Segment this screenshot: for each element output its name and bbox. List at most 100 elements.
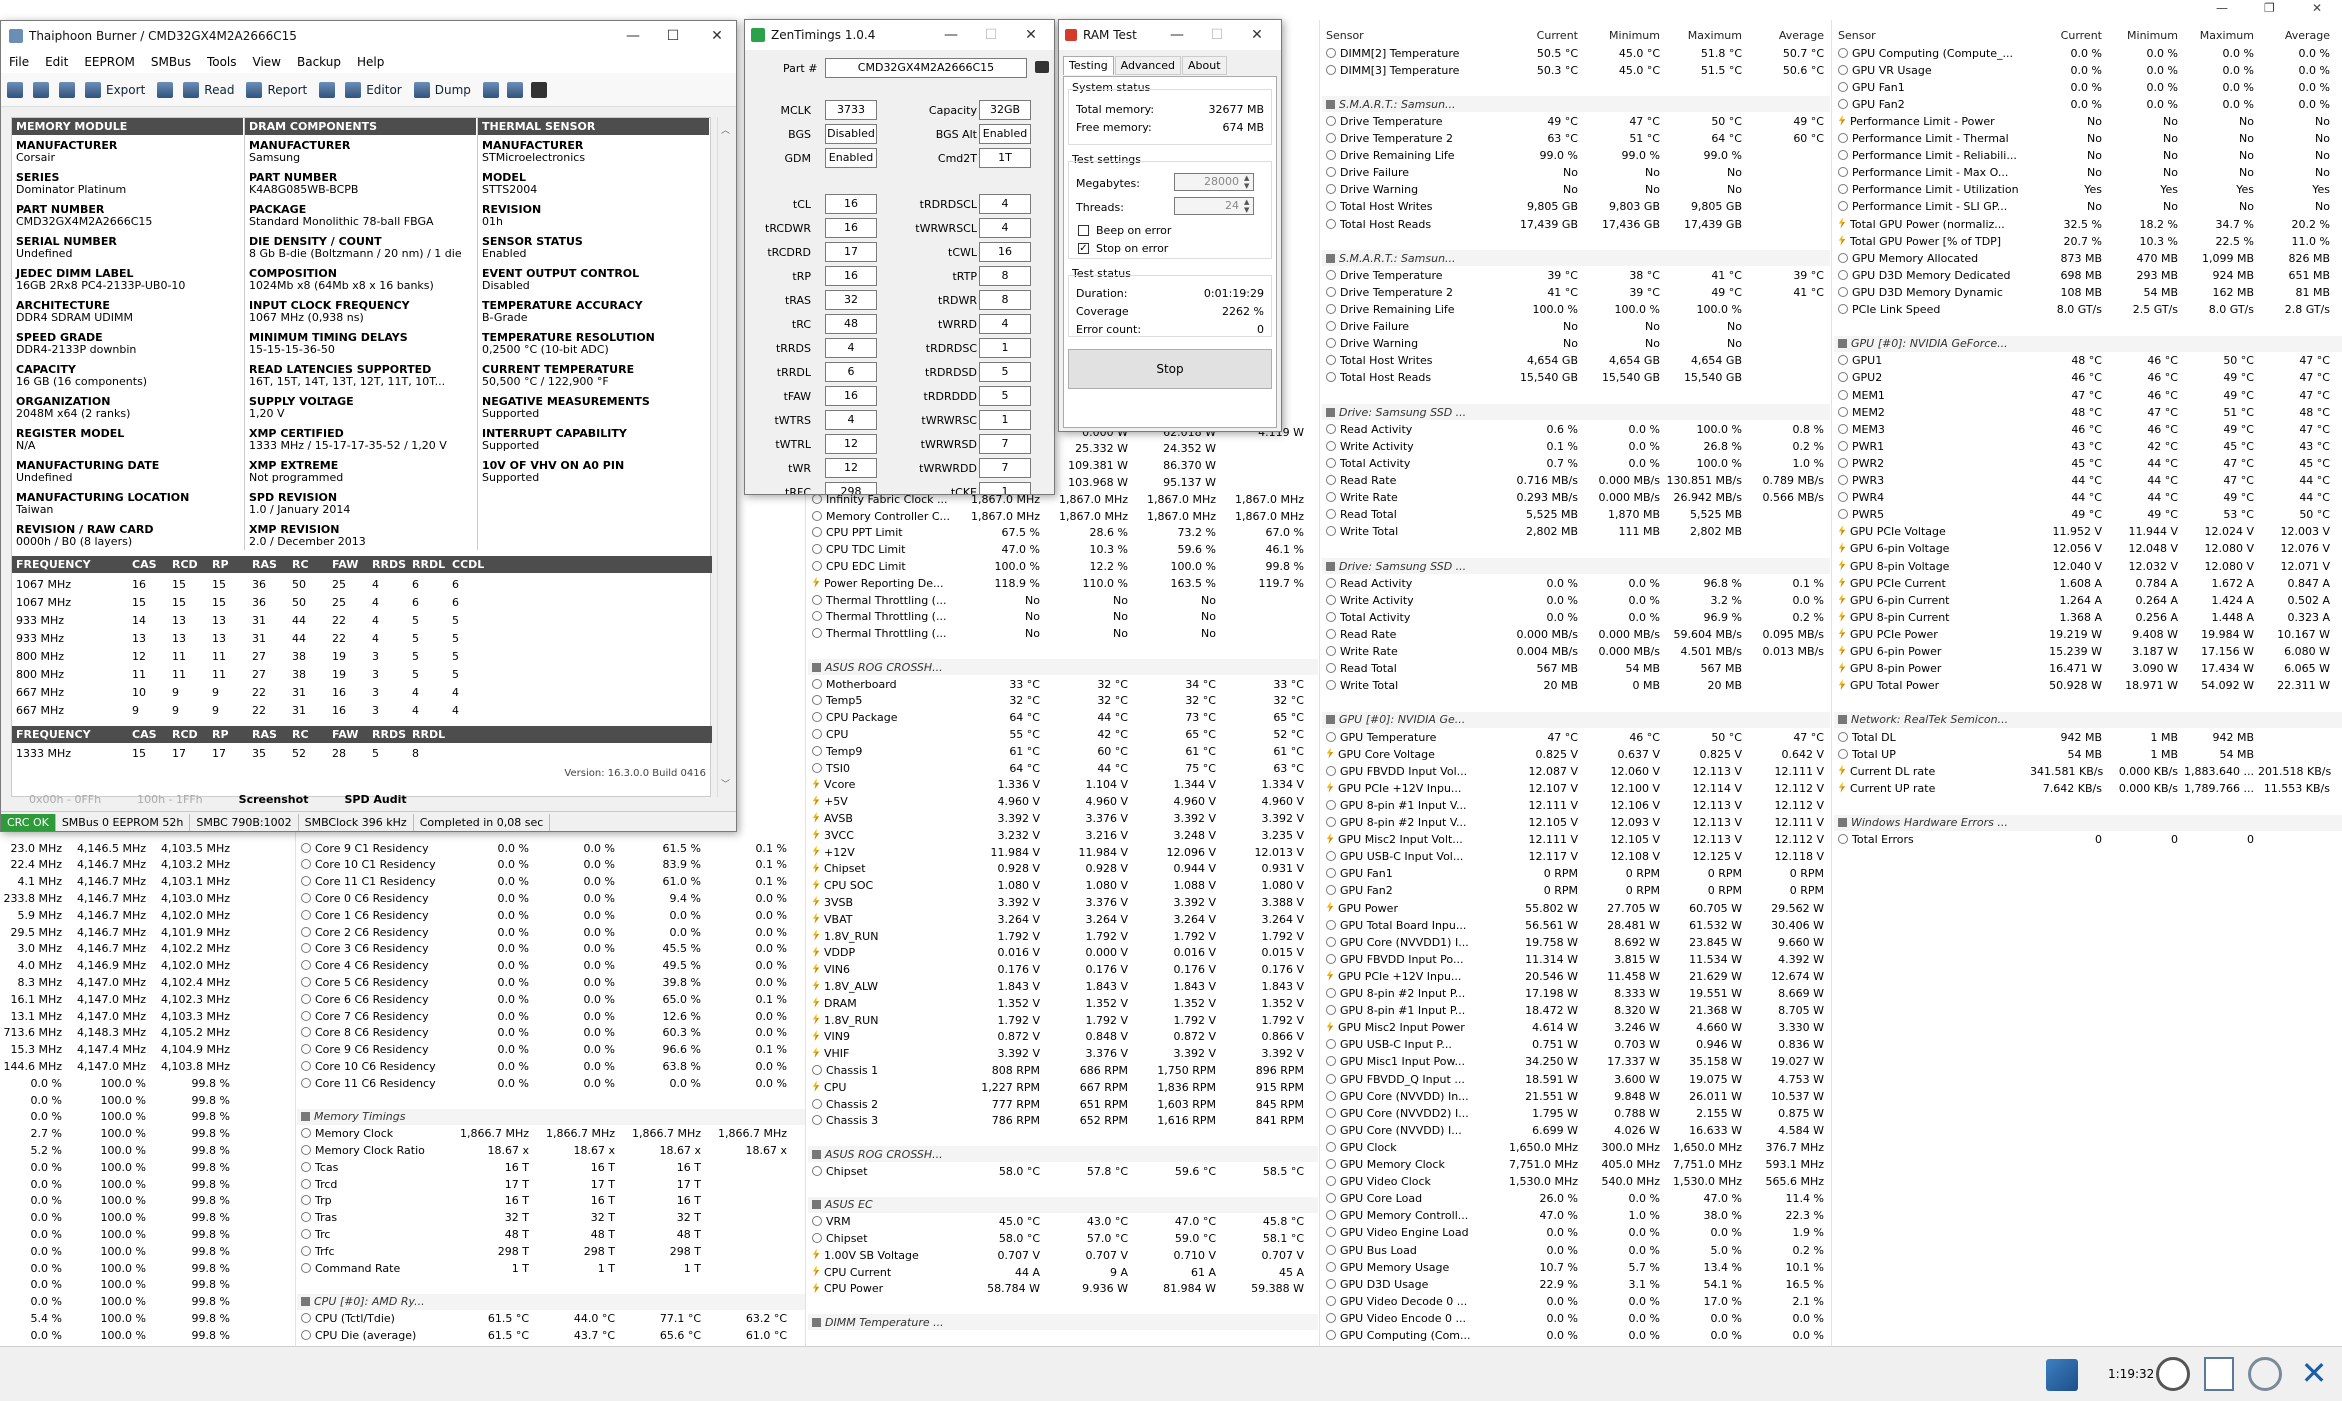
sensor-row[interactable]: GPU Memory Controll... 47.0 % 1.0 % 38.0 % 2… <box>1322 1208 1830 1224</box>
sensor-row[interactable]: CPU PPT Limit 67.5 % 28.6 % 73.2 % 67.0 % <box>808 525 1318 541</box>
sensor-row[interactable]: GPU Fan1 0.0 % 0.0 % 0.0 % 0.0 % <box>1834 79 2342 95</box>
sensor-row[interactable]: GPU 8-pin Current 1.368 A 0.256 A 1.448 A 0.… <box>1834 609 2342 625</box>
sensor-row[interactable]: VIN9 0.872 V 0.848 V 0.872 V 0.866 V <box>808 1029 1318 1045</box>
sensor-row[interactable]: 16.1 MHz 4,147.0 MHz 4,102.3 MHz <box>0 991 295 1007</box>
sensor-row[interactable]: 22.4 MHz 4,146.7 MHz 4,103.2 MHz <box>0 857 295 873</box>
sensor-row[interactable]: 0.0 % 100.0 % 99.8 % <box>0 1327 295 1343</box>
sensor-row[interactable]: 144.6 MHz 4,147.0 MHz 4,103.8 MHz <box>0 1058 295 1074</box>
sensor-row[interactable]: Total GPU Power (normaliz... 32.5 % 18.2 %… <box>1834 216 2342 232</box>
sensor-row[interactable]: VHIF 3.392 V 3.376 V 3.392 V 3.392 V <box>808 1046 1318 1062</box>
header-average[interactable]: Average <box>1746 29 1828 42</box>
sensor-row[interactable]: Write Rate 0.293 MB/s 0.000 MB/s 26.942 MB/… <box>1322 490 1830 506</box>
header-sensor[interactable]: Sensor <box>1322 29 1500 42</box>
sensor-row[interactable]: 0.0 % 100.0 % 99.8 % <box>0 1260 295 1276</box>
sensor-row[interactable]: 3VCC 3.232 V 3.216 V 3.248 V 3.235 V <box>808 827 1318 843</box>
sensor-row[interactable]: 0.0 % 100.0 % 99.8 % <box>0 1193 295 1209</box>
sensor-row[interactable]: GPU Fan1 0 RPM 0 RPM 0 RPM 0 RPM <box>1322 866 1830 882</box>
sensor-group-header[interactable]: ASUS ROG CROSSH... <box>808 659 1318 676</box>
header-minimum[interactable]: Minimum <box>1582 29 1664 42</box>
wrench-icon[interactable] <box>7 81 23 98</box>
sensor-row[interactable]: Drive Failure No No No <box>1322 165 1830 181</box>
sensor-row[interactable]: Thermal Throttling (... No No No <box>808 592 1318 608</box>
sensor-row[interactable]: Core 6 C6 Residency 0.0 % 0.0 % 65.0 % 0.1 % <box>297 991 805 1007</box>
sensor-row[interactable]: Write Total 20 MB 0 MB 20 MB <box>1322 678 1830 694</box>
sensor-row[interactable]: 4.0 MHz 4,146.9 MHz 4,102.0 MHz <box>0 958 295 974</box>
settings-icon[interactable] <box>2248 1357 2282 1391</box>
sensor-row[interactable]: Core 2 C6 Residency 0.0 % 0.0 % 0.0 % 0.0 % <box>297 924 805 940</box>
sensor-row[interactable]: TSI0 64 °C 44 °C 75 °C 63 °C <box>808 760 1318 776</box>
sensor-row[interactable]: Temp9 61 °C 60 °C 61 °C 61 °C <box>808 743 1318 759</box>
sensor-row[interactable]: Read Activity 0.6 % 0.0 % 100.0 % 0.8 % <box>1322 421 1830 437</box>
sensor-row[interactable]: Total Activity 0.7 % 0.0 % 100.0 % 1.0 % <box>1322 455 1830 471</box>
sensor-row[interactable]: Trp 16 T 16 T 16 T <box>297 1193 805 1209</box>
minimize-icon[interactable]: — <box>613 21 653 51</box>
tab-about[interactable]: About <box>1182 56 1227 75</box>
sensor-row[interactable]: CPU Current 44 A9 A 61 A 45 A <box>808 1264 1318 1280</box>
sensor-group-header[interactable]: Drive: Samsung SSD ... <box>1322 558 1830 574</box>
thaiphoon-titlebar[interactable]: Thaiphoon Burner / CMD32GX4M2A2666C15 — … <box>1 21 736 51</box>
sensor-row[interactable]: Drive Failure No No No <box>1322 319 1830 335</box>
sensor-row[interactable]: GPU VR Usage 0.0 % 0.0 % 0.0 % 0.0 % <box>1834 62 2342 78</box>
menu-item-eeprom[interactable]: EEPROM <box>76 55 143 69</box>
sensor-row[interactable]: GPU FBVDD Input Po... 11.314 W 3.815 W 11.5… <box>1322 951 1830 967</box>
sensor-row[interactable]: Chipset 58.0 °C 57.8 °C 59.6 °C 58.5 °C <box>808 1163 1318 1179</box>
sensor-row[interactable]: Tcas 16 T 16 T 16 T <box>297 1159 805 1175</box>
sensor-row[interactable]: Chassis 3 786 RPM 652 RPM 1,616 RPM 841 RPM <box>808 1113 1318 1129</box>
sensor-row[interactable]: Vcore 1.336 V 1.104 V 1.344 V 1.334 V <box>808 777 1318 793</box>
maximize-icon[interactable]: ☐ <box>653 21 693 51</box>
sensor-row[interactable]: Drive Temperature 2 63 °C 51 °C 64 °C 60 °C <box>1322 131 1830 147</box>
sensor-row[interactable]: GPU Computing (Compute_... 0.0 % 0.0 % 0.0 … <box>1834 45 2342 61</box>
sensor-row[interactable]: GPU Temperature 47 °C 46 °C 50 °C 47 °C <box>1322 729 1830 745</box>
header-maximum[interactable]: Maximum <box>2182 29 2258 42</box>
header-current[interactable]: Current <box>1500 29 1582 42</box>
editor-button[interactable]: Editor <box>345 81 402 98</box>
sensor-row[interactable]: 0.0 % 100.0 % 99.8 % <box>0 1109 295 1125</box>
sensor-row[interactable]: GPU FBVDD Input Vol... 12.087 V 12.060 V 12… <box>1322 763 1830 779</box>
sensor-row[interactable]: GPU Clock 1,650.0 MHz 300.0 MHz 1,650.0 MHz… <box>1322 1139 1830 1155</box>
sensor-group-header[interactable]: DIMM Temperature ... <box>808 1314 1318 1331</box>
sensor-row[interactable]: GPU Bus Load 0.0 % 0.0 % 5.0 % 0.2 % <box>1322 1242 1830 1258</box>
sensor-row[interactable]: GPU 8-pin #2 Input V... 12.105 V 12.093 V1… <box>1322 815 1830 831</box>
sensor-row[interactable]: CPU SOC 1.080 V 1.080 V 1.088 V 1.080 V <box>808 878 1318 894</box>
sensor-row[interactable]: 5.2 % 100.0 % 99.8 % <box>0 1142 295 1158</box>
sensor-group-header[interactable]: GPU [#0]: NVIDIA Ge... <box>1322 711 1830 728</box>
sensor-row[interactable]: Trfc 298 T 298 T 298 T <box>297 1243 805 1259</box>
sensor-row[interactable]: GPU PCIe +12V Inpu... 12.107 V 12.100 V 12.… <box>1322 780 1830 796</box>
menu-item-file[interactable]: File <box>1 55 37 69</box>
sensor-row[interactable]: 3.0 MHz 4,146.7 MHz 4,102.2 MHz <box>0 941 295 957</box>
close-window-icon[interactable]: ✕ <box>2312 1 2322 15</box>
sensor-row[interactable]: DIMM[2] Temperature 50.5 °C 45.0 °C 51.8 °C… <box>1322 45 1830 61</box>
sensor-row[interactable]: GPU FBVDD_Q Input ... 18.591 W 3.600 W 19.0… <box>1322 1071 1830 1087</box>
read-button[interactable]: Read <box>183 81 234 98</box>
threads-input[interactable]: 24 <box>1174 197 1254 215</box>
sensor-row[interactable]: Core 11 C6 Residency 0.0 % 0.0 % 0.0 % 0.0 % <box>297 1075 805 1091</box>
col4-header[interactable]: Sensor Current Minimum Maximum Average <box>1322 27 1830 43</box>
sensor-row[interactable]: DRAM 1.352 V 1.352 V 1.352 V 1.352 V <box>808 995 1318 1011</box>
megabytes-spinner[interactable]: ▲ ▼ <box>1244 174 1249 190</box>
sensor-row[interactable]: 0.0 % 100.0 % 99.8 % <box>0 1277 295 1293</box>
sensor-row[interactable]: Trcd 17 T 17 T 17 T <box>297 1176 805 1192</box>
sensor-row[interactable]: 0.0 % 100.0 % 99.8 % <box>0 1092 295 1108</box>
sensor-row[interactable]: GPU Memory Allocated 873 MB 470 MB 1,099 MB… <box>1834 250 2342 266</box>
sensor-group-header[interactable]: S.M.A.R.T.: Samsun... <box>1322 96 1830 113</box>
sensor-row[interactable]: GPU Video Encode 0 ... 0.0 % 0.0 % 0.0 % 0.0… <box>1322 1310 1830 1326</box>
sensor-group-header[interactable]: CPU [#0]: AMD Ry... <box>297 1293 805 1310</box>
stop-checkbox[interactable]: ✓ <box>1078 243 1089 254</box>
sensor-row[interactable]: Chassis 2 777 RPM 651 RPM 1,603 RPM 845 RPM <box>808 1096 1318 1112</box>
sensor-row[interactable]: Core 11 C1 Residency 0.0 % 0.0 % 61.0 % 0.1 … <box>297 874 805 890</box>
sensor-row[interactable]: CPU Power 58.784 W 9.936 W 81.984 W 59.388 W <box>808 1281 1318 1297</box>
sensor-row[interactable]: Total UP 54 MB 1 MB 54 MB <box>1834 746 2342 762</box>
tab-advanced[interactable]: Advanced <box>1114 56 1182 75</box>
sensor-row[interactable]: GPU Video Engine Load 0.0 % 0.0 % 0.0 % 1.9 … <box>1322 1225 1830 1241</box>
sensor-row[interactable]: GPU1 48 °C 46 °C 50 °C 47 °C <box>1834 353 2342 369</box>
restore-icon[interactable]: ❐ <box>2264 1 2275 15</box>
sensor-row[interactable]: VRM 45.0 °C 43.0 °C 47.0 °C 45.8 °C <box>808 1214 1318 1230</box>
minimize-icon[interactable]: — <box>1157 20 1197 50</box>
sensor-row[interactable]: PWR5 49 °C 49 °C 53 °C 50 °C <box>1834 507 2342 523</box>
sensor-row[interactable]: 4.1 MHz 4,146.7 MHz 4,103.1 MHz <box>0 874 295 890</box>
sensor-row[interactable]: 233.8 MHz 4,146.7 MHz 4,103.0 MHz <box>0 890 295 906</box>
sensor-row[interactable]: GPU Misc2 Input Volt... 12.111 V 12.105 V1… <box>1322 832 1830 848</box>
sensor-row[interactable]: Performance Limit - Utilization Yes Yes Yes… <box>1834 182 2342 198</box>
sensor-row[interactable]: GPU D3D Memory Dedicated 698 MB 293 MB 924 … <box>1834 267 2342 283</box>
beep-checkbox[interactable] <box>1078 225 1089 236</box>
